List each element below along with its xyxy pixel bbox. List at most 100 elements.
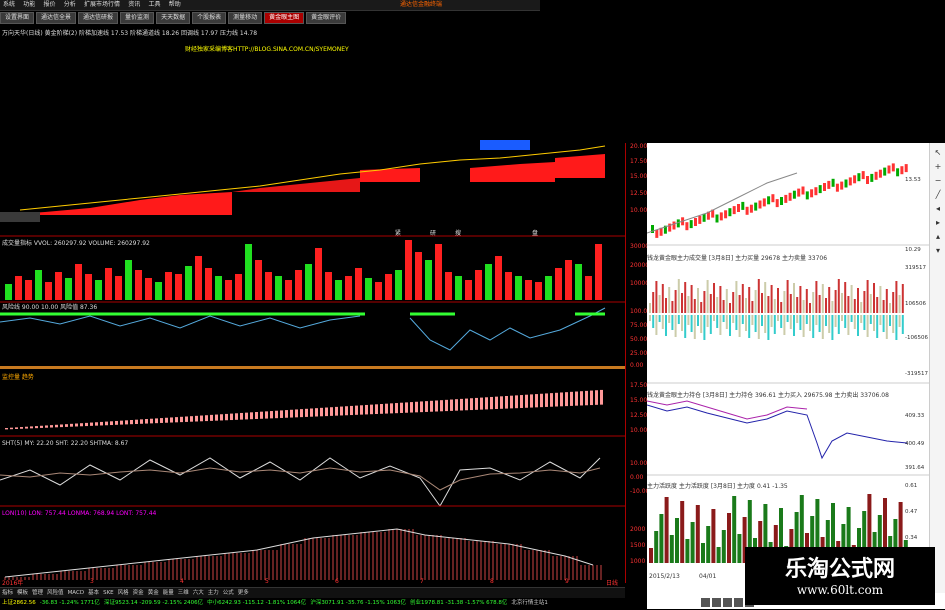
line-icon[interactable]: ╱	[934, 191, 942, 199]
right-vol-bar	[818, 295, 821, 313]
trend-bar	[560, 392, 563, 407]
cursor-icon[interactable]: ↖	[934, 149, 942, 157]
right-vol-bar	[684, 315, 687, 338]
right-vol-bar	[719, 315, 722, 335]
right-vol-bar	[876, 297, 879, 313]
right-vol-bar	[722, 300, 725, 313]
zoom-out-icon[interactable]: −	[934, 177, 942, 185]
bottom-tab[interactable]: 管理	[30, 588, 45, 598]
tab-research[interactable]: 通达信研报	[78, 12, 119, 24]
right-candle	[818, 185, 822, 194]
tab-golden-eval[interactable]: 黄金眼评价	[306, 12, 347, 24]
right-volume-bars	[649, 279, 904, 340]
right-candle	[758, 200, 762, 209]
menu-news[interactable]: 资讯	[125, 0, 143, 10]
trend-bar	[355, 405, 358, 415]
app-icon[interactable]	[734, 598, 743, 607]
right-candle	[780, 197, 783, 205]
bottom-tab[interactable]: 指标	[0, 588, 15, 598]
bottom-tab[interactable]: 黄金	[146, 588, 161, 598]
arrow-left-icon[interactable]: ◂	[934, 205, 942, 213]
bottom-tab[interactable]: 更多	[236, 588, 251, 598]
tab-data[interactable]: 天天数据	[156, 12, 191, 24]
bottom-tab[interactable]: 六大	[191, 588, 206, 598]
vol-mark-4: 盘	[532, 230, 539, 237]
tab-panorama[interactable]: 通达信全景	[36, 12, 77, 24]
bottom-tab[interactable]: 公式	[221, 588, 236, 598]
arrow-up-icon[interactable]: ▴	[934, 233, 942, 241]
tab-settings[interactable]: 设置界面	[0, 12, 35, 24]
trend-bar	[260, 411, 263, 419]
app-icon[interactable]	[701, 598, 710, 607]
tab-move[interactable]: 测量移动	[228, 12, 263, 24]
right-vol-bar	[767, 296, 770, 313]
trend-bar	[300, 409, 303, 418]
menu-help[interactable]: 帮助	[166, 0, 184, 10]
bottom-tab[interactable]: 资金	[131, 588, 146, 598]
volume-bar	[365, 278, 372, 300]
menu-market[interactable]: 扩展市场行情	[81, 0, 123, 10]
kdj-tick: 50.00	[630, 336, 648, 343]
watermark: 乐淘公式网 www.60lt.com	[745, 547, 935, 605]
right-vol-bar	[719, 286, 722, 313]
bottom-tab[interactable]: 能量	[161, 588, 176, 598]
zoom-in-icon[interactable]: +	[934, 163, 942, 171]
right-vol-bar	[674, 290, 677, 313]
tab-volume[interactable]: 量价监测	[120, 12, 155, 24]
bottom-tab[interactable]: 三维	[176, 588, 191, 598]
right-vol-bar	[677, 279, 680, 313]
tab-report[interactable]: 个股报表	[192, 12, 227, 24]
trend-bar	[365, 404, 368, 415]
bottom-tab[interactable]: MACD	[66, 588, 87, 598]
status-index[interactable]: 深证9523.14 -209.59 -2.15% 2406亿	[102, 598, 205, 609]
right-vol-bar	[885, 315, 888, 339]
right-vol-bar	[802, 315, 805, 337]
bottom-tab[interactable]: 模板	[15, 588, 30, 598]
right-activity-bar	[685, 539, 690, 563]
main-chart[interactable]	[0, 140, 625, 587]
right-vol-bar	[713, 283, 715, 313]
menu-quote[interactable]: 报价	[41, 0, 59, 10]
right-candle	[749, 204, 753, 213]
right-vol-bar	[901, 284, 904, 313]
right-date-label: 2015/2/13	[649, 573, 680, 580]
trend-bar	[45, 425, 48, 428]
menu-system[interactable]: 系统	[0, 0, 18, 10]
menu-analysis[interactable]: 分析	[61, 0, 79, 10]
right-vol-bar	[652, 315, 655, 328]
right-candle	[737, 204, 740, 212]
right-candle	[775, 199, 779, 208]
arrow-down-icon[interactable]: ▾	[934, 247, 942, 255]
right-vol-bar	[693, 299, 696, 313]
right-activity-bar	[716, 547, 721, 563]
app-icon[interactable]	[723, 598, 732, 607]
bottom-tab[interactable]: 风格	[116, 588, 131, 598]
status-index[interactable]: 中小6242.93 -115.12 -1.81% 1064亿	[205, 598, 308, 609]
right-vol-bar	[681, 315, 683, 331]
bottom-tab[interactable]: 主力	[206, 588, 221, 598]
date-label: 5	[265, 578, 269, 585]
trend-bar	[565, 392, 568, 407]
trend-bar	[205, 415, 208, 422]
menu-function[interactable]: 功能	[20, 0, 38, 10]
menu-tools[interactable]: 工具	[146, 0, 164, 10]
right-vol-bar	[876, 315, 879, 338]
right-candle	[831, 178, 835, 187]
right-vol-bar	[649, 303, 651, 313]
tab-golden-eye[interactable]: 黄金眼主图	[264, 12, 305, 24]
app-icon[interactable]	[712, 598, 721, 607]
trend-bar	[555, 392, 558, 407]
bottom-tab[interactable]: 风险值	[45, 588, 66, 598]
status-index[interactable]: 沪深3071.91 -35.76 -1.15% 1063亿	[308, 598, 408, 609]
bottom-tab[interactable]: 基本	[86, 588, 101, 598]
trend-tick: 12.50	[630, 412, 648, 419]
menu-bar: 系统 功能 报价 分析 扩展市场行情 资讯 工具 帮助 通达信金融终端	[0, 0, 540, 11]
sht-tick: 10.00	[630, 460, 648, 467]
arrow-right-icon[interactable]: ▸	[934, 219, 942, 227]
status-index[interactable]: 创业1978.81 -31.38 -1.57% 678.8亿	[408, 598, 509, 609]
trend-bar	[120, 420, 123, 425]
bottom-tab[interactable]: SKE	[101, 588, 116, 598]
status-index[interactable]: 上证2862.56	[0, 598, 38, 609]
right-candle	[719, 212, 723, 221]
right-vol-bar	[847, 296, 850, 313]
